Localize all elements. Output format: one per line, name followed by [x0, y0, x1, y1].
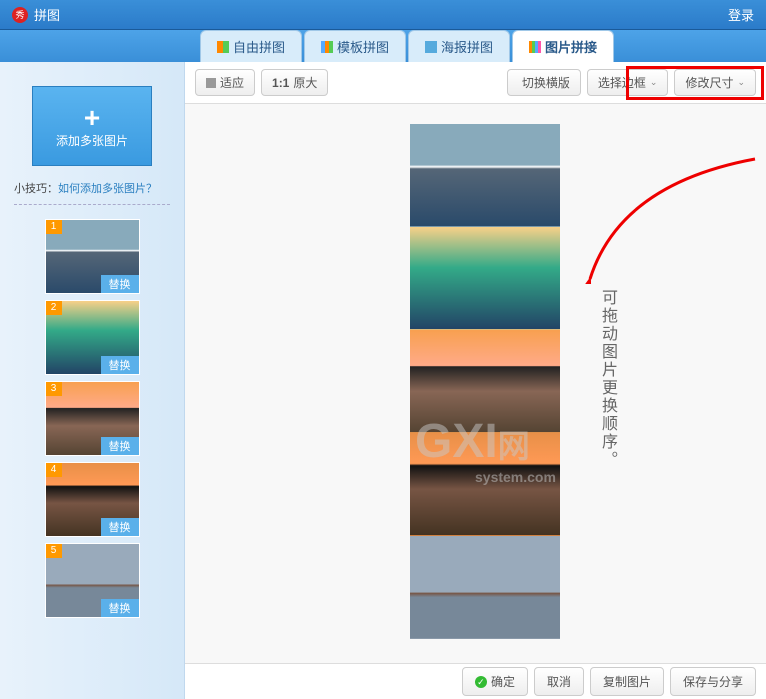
stack-image[interactable]: [410, 536, 560, 639]
annotation-note: 可拖动图片更换顺序。: [595, 289, 619, 469]
thumb-number: 3: [46, 382, 62, 396]
footer-bar: ✓确定 取消 复制图片 保存与分享: [185, 663, 766, 699]
tpl-icon: [321, 41, 333, 53]
tip-text: 小技巧：如何添加多张图片？: [14, 180, 170, 205]
tab-join[interactable]: 图片拼接: [512, 30, 614, 62]
thumbnail[interactable]: 5 替换: [45, 543, 140, 618]
toolbar: 适应 1:1原大 切换横版 选择边框⌄ 修改尺寸⌄: [185, 62, 766, 104]
thumb-number: 5: [46, 544, 62, 558]
grid-icon: [217, 41, 229, 53]
app-logo-icon: 秀: [12, 7, 28, 23]
stack-image[interactable]: [410, 330, 560, 433]
annotation-arrow-icon: [580, 154, 766, 284]
thumbnail-list: 1 替换 2 替换 3 替换 4 替换 5 替换: [14, 213, 170, 685]
fit-icon: [206, 78, 216, 88]
thumb-number: 1: [46, 220, 62, 234]
cancel-button[interactable]: 取消: [534, 667, 584, 696]
replace-button[interactable]: 替换: [101, 599, 139, 617]
tab-grid[interactable]: 自由拼图: [200, 30, 302, 62]
canvas-area: 可拖动图片更换顺序。 GXI网 system.com: [185, 104, 766, 663]
original-size-button[interactable]: 1:1原大: [261, 69, 328, 96]
chevron-down-icon: ⌄: [650, 77, 658, 88]
tab-bar: 自由拼图模板拼图海报拼图图片拼接: [0, 30, 766, 62]
chevron-down-icon: ⌄: [737, 77, 745, 88]
tab-post[interactable]: 海报拼图: [408, 30, 510, 62]
stack-image[interactable]: [410, 227, 560, 330]
tab-tpl[interactable]: 模板拼图: [304, 30, 406, 62]
replace-button[interactable]: 替换: [101, 356, 139, 374]
switch-orientation-button[interactable]: 切换横版: [507, 69, 581, 96]
thumbnail[interactable]: 2 替换: [45, 300, 140, 375]
stack-image[interactable]: [410, 433, 560, 536]
tip-link[interactable]: 如何添加多张图片？: [58, 183, 157, 195]
thumb-number: 4: [46, 463, 62, 477]
stack-image[interactable]: [410, 124, 560, 227]
image-stack[interactable]: [410, 124, 560, 639]
ok-button[interactable]: ✓确定: [462, 667, 528, 696]
plus-icon: +: [84, 104, 100, 132]
replace-button[interactable]: 替换: [101, 275, 139, 293]
save-share-button[interactable]: 保存与分享: [670, 667, 756, 696]
border-select-button[interactable]: 选择边框⌄: [587, 69, 669, 96]
add-images-label: 添加多张图片: [56, 132, 128, 149]
title-bar: 秀 拼图 登录: [0, 0, 766, 30]
thumbnail[interactable]: 4 替换: [45, 462, 140, 537]
fit-button[interactable]: 适应: [195, 69, 255, 96]
sidebar: + 添加多张图片 小技巧：如何添加多张图片？ 1 替换 2 替换 3 替换 4 替换 5 替换: [0, 62, 185, 699]
join-icon: [529, 41, 541, 53]
add-images-button[interactable]: + 添加多张图片: [32, 86, 152, 166]
check-icon: ✓: [475, 676, 487, 688]
resize-button[interactable]: 修改尺寸⌄: [674, 69, 756, 96]
thumb-number: 2: [46, 301, 62, 315]
replace-button[interactable]: 替换: [101, 518, 139, 536]
replace-button[interactable]: 替换: [101, 437, 139, 455]
thumbnail[interactable]: 1 替换: [45, 219, 140, 294]
app-title: 拼图: [34, 5, 60, 24]
post-icon: [425, 41, 437, 53]
login-link[interactable]: 登录: [728, 5, 754, 24]
copy-image-button[interactable]: 复制图片: [590, 667, 664, 696]
thumbnail[interactable]: 3 替换: [45, 381, 140, 456]
